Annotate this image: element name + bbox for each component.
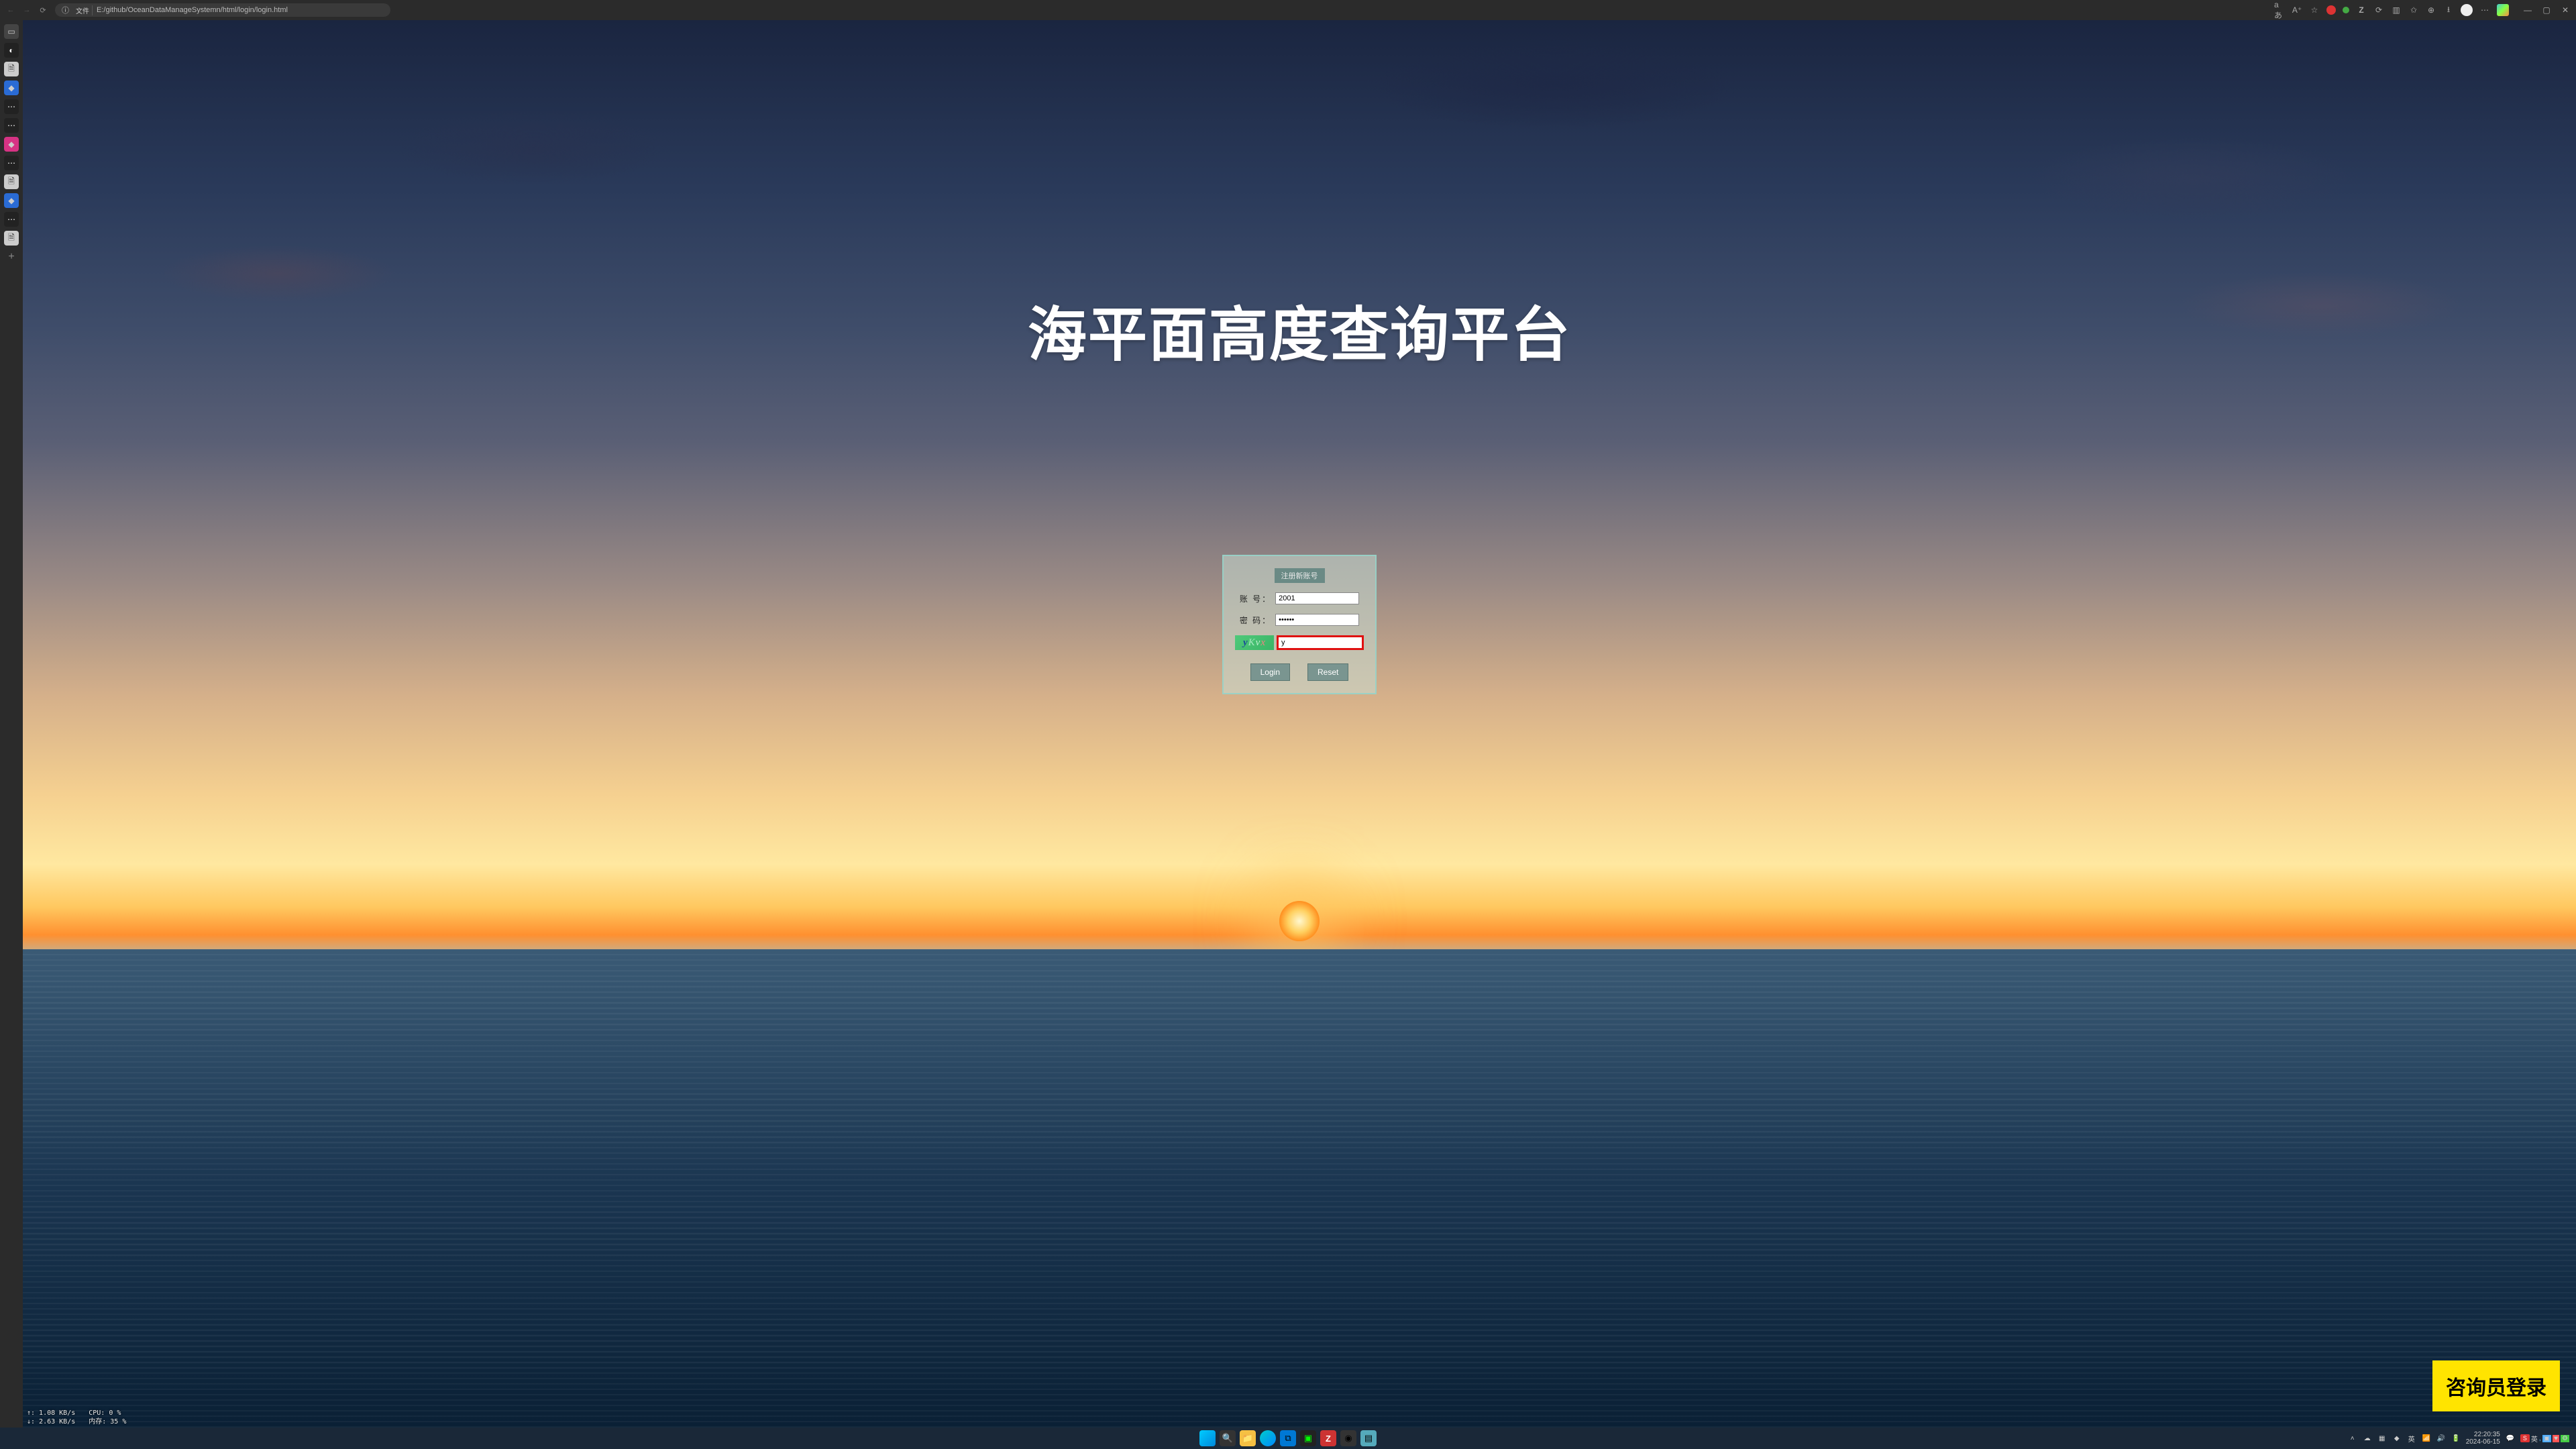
taskbar: 🔍 📁 ⧉ ▣ Z ◉ ▤ ˄ ☁ ▦ ◆ 英 📶 🔊 🔋 22:20:35 2… <box>0 1428 2576 1449</box>
vtab-item-9[interactable]: ◆ <box>4 193 19 208</box>
profile-avatar[interactable] <box>2461 4 2473 16</box>
history-icon[interactable]: ⊕ <box>2426 5 2436 15</box>
vtab-item-6[interactable]: ◆ <box>4 137 19 152</box>
account-label: 账 号： <box>1240 593 1271 604</box>
tray-datetime[interactable]: 22:20:35 2024-06-15 <box>2466 1431 2500 1446</box>
zotero-ext-icon[interactable]: Z <box>2356 5 2367 15</box>
perf-overlay: ↑: 1.08 KB/s CPU: 0 % ↓: 2.63 KB/s 内存: 3… <box>25 1407 127 1428</box>
perf-down: ↓: 2.63 KB/s <box>27 1417 75 1426</box>
nav-arrow-group: ← → ⟳ <box>5 5 48 15</box>
login-button[interactable]: Login <box>1250 663 1290 681</box>
system-tray: ˄ ☁ ▦ ◆ 英 📶 🔊 🔋 22:20:35 2024-06-15 💬 S … <box>2348 1431 2576 1446</box>
perf-cpu: CPU: 0 % <box>89 1409 121 1417</box>
captcha-char-0: y <box>1243 637 1248 649</box>
vtab-item-3[interactable]: ◆ <box>4 80 19 95</box>
split-icon[interactable]: ▥ <box>2391 5 2402 15</box>
tray-app-icon[interactable]: ▦ <box>2377 1434 2387 1443</box>
account-row: 账 号： <box>1240 592 1359 604</box>
vertical-tab-strip: ▭ ◐ 🗎 ◆ ⋯ ⋯ ◆ ⋯ 🗎 ◆ ⋯ 🗎 + <box>0 20 23 1428</box>
tray-time: 22:20:35 <box>2466 1431 2500 1438</box>
button-row: Login Reset <box>1250 663 1349 681</box>
extension-badge-icon[interactable] <box>2326 5 2336 15</box>
vtab-item-8[interactable]: 🗎 <box>4 174 19 189</box>
new-tab-button[interactable]: + <box>4 250 19 264</box>
vtab-item-4[interactable]: ⋯ <box>4 99 19 114</box>
captcha-char-1: K <box>1248 637 1256 649</box>
lock-icon: ⓘ <box>62 5 69 15</box>
more-icon[interactable]: ⋯ <box>2479 5 2490 15</box>
tray-battery-icon[interactable]: 🔋 <box>2451 1434 2461 1443</box>
login-panel: 注册新账号 账 号： 密 码： y K v x Login Reset <box>1222 555 1377 694</box>
favorites-star-icon[interactable]: ✩ <box>2408 5 2419 15</box>
captcha-input[interactable] <box>1277 635 1364 650</box>
extension-green-icon[interactable] <box>2343 7 2349 13</box>
forward-button[interactable]: → <box>21 5 32 15</box>
captcha-image[interactable]: y K v x <box>1235 635 1274 650</box>
captcha-char-3: x <box>1260 637 1266 649</box>
favorite-icon[interactable]: ☆ <box>2309 5 2320 15</box>
background-waves <box>23 949 2576 1428</box>
reset-button[interactable]: Reset <box>1307 663 1348 681</box>
edge-icon[interactable] <box>1260 1430 1276 1446</box>
taskbar-app2-icon[interactable]: ▤ <box>1360 1430 1377 1446</box>
ime-toolbar[interactable]: S 英 , ▣ ♥ ⚙ <box>2520 1434 2569 1444</box>
captcha-row: y K v x <box>1235 635 1364 650</box>
consultant-login-button[interactable]: 咨询员登录 <box>2432 1360 2560 1411</box>
tray-volume-icon[interactable]: 🔊 <box>2436 1434 2446 1443</box>
password-row: 密 码： <box>1240 614 1359 626</box>
refresh-button[interactable]: ⟳ <box>38 5 48 15</box>
password-label: 密 码： <box>1240 614 1271 626</box>
register-button[interactable]: 注册新账号 <box>1275 568 1325 583</box>
maximize-button[interactable]: ▢ <box>2541 5 2552 15</box>
explorer-icon[interactable]: 📁 <box>1240 1430 1256 1446</box>
back-button[interactable]: ← <box>5 5 16 15</box>
zotero-icon[interactable]: Z <box>1320 1430 1336 1446</box>
tray-ime-lang[interactable]: 英 <box>2407 1434 2416 1443</box>
tray-security-icon[interactable]: ◆ <box>2392 1434 2402 1443</box>
ime-badge: S <box>2520 1434 2530 1442</box>
read-aloud-icon[interactable]: A⁺ <box>2292 5 2302 15</box>
minimize-button[interactable]: — <box>2522 5 2533 15</box>
ime-lang: 英 <box>2531 1434 2538 1444</box>
zoom-indicator[interactable]: aあ <box>2274 5 2285 15</box>
vtab-workspace-icon[interactable]: ▭ <box>4 24 19 39</box>
close-button[interactable]: ✕ <box>2560 5 2571 15</box>
taskbar-center: 🔍 📁 ⧉ ▣ Z ◉ ▤ <box>1199 1430 1377 1446</box>
vtab-item-7[interactable]: ⋯ <box>4 156 19 170</box>
download-icon[interactable]: ⭳ <box>2443 5 2454 15</box>
taskbar-app-icon[interactable]: ◉ <box>1340 1430 1356 1446</box>
search-icon[interactable]: 🔍 <box>1220 1430 1236 1446</box>
window-controls: — ▢ ✕ <box>2522 5 2571 15</box>
file-tag: 文件 <box>73 5 93 15</box>
vtab-item-11[interactable]: 🗎 <box>4 231 19 246</box>
terminal-icon[interactable]: ▣ <box>1300 1430 1316 1446</box>
perf-mem: 内存: 35 % <box>89 1417 126 1426</box>
vtab-item-10[interactable]: ⋯ <box>4 212 19 227</box>
perf-up: ↑: 1.08 KB/s <box>27 1409 75 1417</box>
tray-wifi-icon[interactable]: 📶 <box>2422 1434 2431 1443</box>
vscode-icon[interactable]: ⧉ <box>1280 1430 1296 1446</box>
page-title: 海平面高度查询平台 <box>1028 287 1571 372</box>
browser-chrome: ← → ⟳ ⓘ 文件 E:/github/OceanDataManageSyst… <box>0 0 2576 20</box>
tray-onedrive-icon[interactable]: ☁ <box>2363 1434 2372 1443</box>
chrome-toolbar-right: aあ A⁺ ☆ Z ⟳ ▥ ✩ ⊕ ⭳ ⋯ — ▢ ✕ <box>2274 4 2571 16</box>
vtab-item-2[interactable]: 🗎 <box>4 62 19 76</box>
url-text: E:/github/OceanDataManageSystemn/html/lo… <box>97 6 288 14</box>
sync-icon[interactable]: ⟳ <box>2373 5 2384 15</box>
start-button[interactable] <box>1199 1430 1216 1446</box>
password-input[interactable] <box>1275 614 1359 626</box>
vtab-item-5[interactable]: ⋯ <box>4 118 19 133</box>
tray-date: 2024-06-15 <box>2466 1438 2500 1446</box>
copilot-icon[interactable] <box>2497 4 2509 16</box>
page-viewport: 海平面高度查询平台 注册新账号 账 号： 密 码： y K v x Login … <box>23 20 2576 1428</box>
vtab-item-1[interactable]: ◐ <box>4 43 19 58</box>
tray-notification-icon[interactable]: 💬 <box>2506 1434 2515 1443</box>
background-sun <box>1279 901 1320 941</box>
address-bar[interactable]: ⓘ 文件 E:/github/OceanDataManageSystemn/ht… <box>55 3 390 17</box>
account-input[interactable] <box>1275 592 1359 604</box>
tray-chevron-icon[interactable]: ˄ <box>2348 1434 2357 1443</box>
